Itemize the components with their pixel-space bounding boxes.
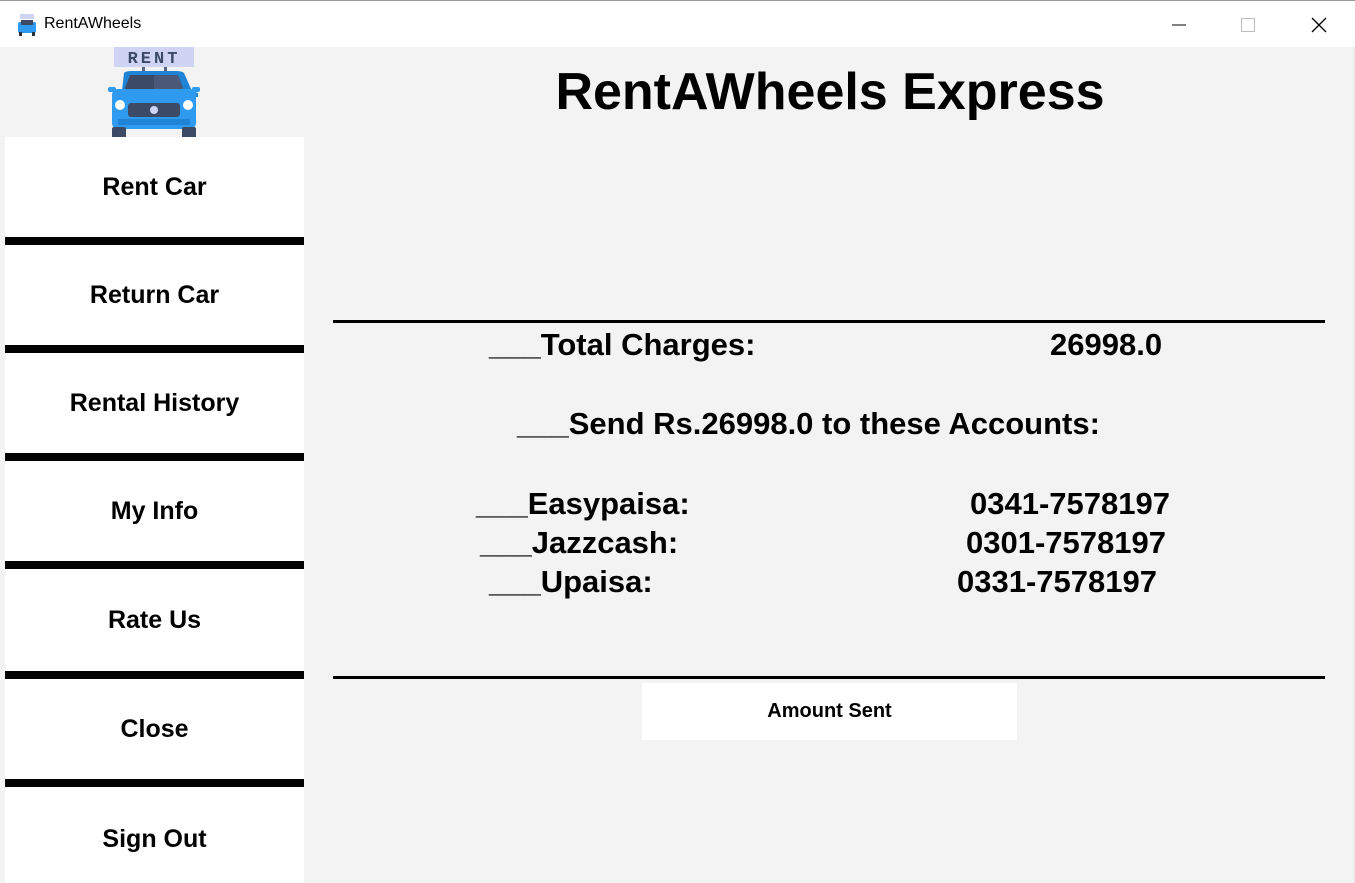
amount-sent-label: Amount Sent — [767, 700, 892, 722]
minimize-icon — [1172, 24, 1186, 25]
page-title: RentAWheels Express — [555, 63, 1105, 121]
upaisa-label: ___Upaisa: — [489, 564, 653, 599]
close-window-button[interactable] — [1284, 1, 1354, 48]
rental-history-label: Rental History — [69, 388, 240, 417]
window-title-bar[interactable]: RentAWheels — [0, 0, 1355, 47]
maximize-button[interactable] — [1213, 1, 1283, 48]
rent-car-label: Rent Car — [102, 172, 207, 201]
rate-us-button[interactable]: Rate Us — [5, 569, 304, 679]
easypaisa-number: 0341-7578197 — [970, 486, 1170, 521]
rent-sign-text: RENT — [128, 50, 181, 69]
car-icon — [18, 14, 36, 36]
return-car-button[interactable]: Return Car — [5, 245, 304, 353]
rental-history-button[interactable]: Rental History — [5, 353, 304, 461]
car-rent-logo: RENT — [104, 47, 204, 139]
close-label: Close — [120, 714, 189, 743]
my-info-button[interactable]: My Info — [5, 461, 304, 569]
return-car-label: Return Car — [89, 280, 220, 309]
rate-us-label: Rate Us — [107, 605, 202, 634]
window-left-edge — [0, 47, 3, 883]
maximize-icon — [1241, 17, 1255, 32]
close-icon — [1311, 17, 1327, 32]
minimize-button[interactable] — [1144, 1, 1214, 48]
divider-bottom — [333, 676, 1325, 679]
easypaisa-label: ___Easypaisa: — [476, 486, 690, 521]
amount-sent-button[interactable]: Amount Sent — [642, 683, 1017, 740]
close-button[interactable]: Close — [5, 679, 304, 787]
sign-out-label: Sign Out — [102, 824, 207, 853]
send-instruction: ___Send Rs.26998.0 to these Accounts: — [517, 406, 1100, 441]
total-charges-value: 26998.0 — [1050, 327, 1163, 362]
sign-out-button[interactable]: Sign Out — [5, 787, 304, 883]
jazzcash-label: ___Jazzcash: — [480, 525, 679, 560]
divider-top — [333, 320, 1325, 323]
total-charges-label: ___Total Charges: — [489, 327, 756, 362]
my-info-label: My Info — [110, 496, 199, 525]
jazzcash-number: 0301-7578197 — [966, 525, 1166, 560]
window-title: RentAWheels — [44, 15, 142, 32]
upaisa-number: 0331-7578197 — [957, 564, 1157, 599]
rent-car-button[interactable]: Rent Car — [5, 137, 304, 245]
